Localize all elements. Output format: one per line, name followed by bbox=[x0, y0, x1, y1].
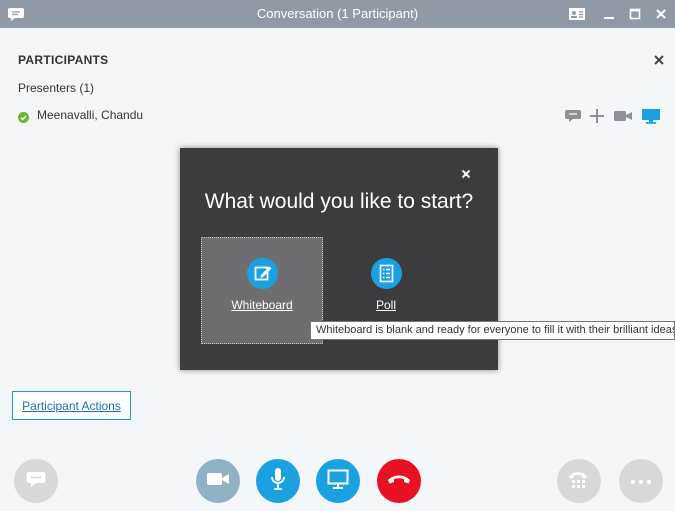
poll-label: Poll bbox=[375, 298, 396, 312]
microphone-button[interactable] bbox=[256, 459, 300, 503]
contact-card-icon[interactable] bbox=[565, 4, 589, 24]
more-options-button[interactable] bbox=[619, 459, 663, 503]
add-icon[interactable] bbox=[587, 107, 607, 125]
chat-icon bbox=[25, 469, 47, 494]
present-button[interactable] bbox=[316, 459, 360, 503]
presenters-group-label[interactable]: Presenters (1) bbox=[18, 81, 94, 95]
close-panel-icon[interactable] bbox=[652, 53, 666, 67]
maximize-icon[interactable] bbox=[623, 4, 647, 24]
dialpad-icon bbox=[567, 468, 591, 495]
more-options-icon bbox=[630, 472, 652, 490]
whiteboard-tooltip: Whiteboard is blank and ready for everyo… bbox=[310, 321, 675, 340]
call-controls-button[interactable] bbox=[557, 459, 601, 503]
dialog-close-icon[interactable] bbox=[459, 167, 473, 181]
present-icon[interactable] bbox=[641, 107, 661, 125]
participant-name: Meenavalli, Chandu bbox=[37, 108, 144, 122]
whiteboard-option[interactable]: Whiteboard bbox=[201, 237, 323, 344]
chat-button[interactable] bbox=[14, 459, 58, 503]
title-bar: Conversation (1 Participant) bbox=[0, 0, 675, 28]
whiteboard-icon bbox=[247, 258, 278, 289]
close-icon[interactable] bbox=[649, 4, 673, 24]
hang-up-button[interactable] bbox=[377, 459, 421, 503]
video-button[interactable] bbox=[196, 459, 240, 503]
im-icon[interactable] bbox=[563, 107, 583, 125]
monitor-icon bbox=[326, 468, 350, 495]
phone-hangup-icon bbox=[386, 471, 412, 492]
minimize-icon[interactable] bbox=[597, 4, 621, 24]
whiteboard-label: Whiteboard bbox=[231, 298, 293, 312]
video-camera-icon bbox=[206, 470, 230, 493]
poll-icon bbox=[371, 258, 402, 289]
video-icon[interactable] bbox=[613, 107, 633, 125]
dialog-heading: What would you like to start? bbox=[204, 190, 474, 213]
participants-heading: PARTICIPANTS bbox=[18, 53, 109, 67]
participant-actions-button[interactable]: Participant Actions bbox=[12, 391, 131, 420]
participant-row[interactable]: Meenavalli, Chandu bbox=[18, 107, 663, 125]
microphone-icon bbox=[269, 467, 287, 496]
presence-available-icon bbox=[18, 110, 29, 123]
